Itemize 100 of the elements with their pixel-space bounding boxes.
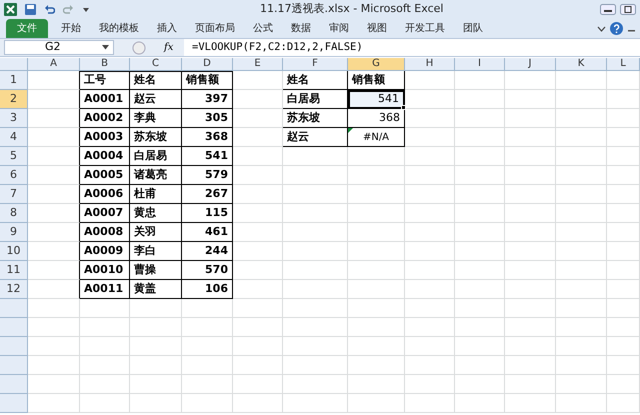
row-header[interactable]: 11 xyxy=(0,261,28,280)
table-cell[interactable] xyxy=(28,71,80,90)
column-header[interactable]: I xyxy=(455,58,505,71)
table-cell[interactable]: 570 xyxy=(182,261,233,280)
name-box[interactable]: G2 xyxy=(4,40,114,55)
column-header[interactable]: G xyxy=(348,58,405,71)
help-icon[interactable] xyxy=(610,22,623,35)
ribbon-tab[interactable]: 页面布局 xyxy=(186,19,244,38)
table-cell[interactable] xyxy=(28,261,80,280)
row-header[interactable] xyxy=(0,375,28,394)
table-cell[interactable]: A0011 xyxy=(80,280,130,299)
row-header[interactable]: 4 xyxy=(0,128,28,147)
row-header[interactable]: 8 xyxy=(0,204,28,223)
table-cell[interactable]: 368 xyxy=(182,128,233,147)
table-cell[interactable]: 黄盖 xyxy=(130,280,182,299)
row-header[interactable]: 3 xyxy=(0,109,28,128)
table-cell[interactable]: 368 xyxy=(348,109,405,128)
table-cell[interactable]: 白居易 xyxy=(283,90,348,109)
table-cell[interactable]: 李白 xyxy=(130,242,182,261)
file-tab[interactable]: 文件 xyxy=(6,19,48,38)
row-header[interactable]: 1 xyxy=(0,71,28,90)
undo-icon[interactable] xyxy=(44,4,55,14)
table-cell[interactable]: 赵云 xyxy=(130,90,182,109)
table-cell[interactable]: A0003 xyxy=(80,128,130,147)
save-icon[interactable] xyxy=(25,4,36,14)
table-cell[interactable]: 姓名 xyxy=(283,71,348,90)
table-cell[interactable] xyxy=(28,223,80,242)
column-header[interactable]: D xyxy=(182,58,233,71)
insert-function-label[interactable]: fx xyxy=(164,40,184,55)
table-cell[interactable]: 541 xyxy=(348,90,405,109)
table-cell[interactable]: A0001 xyxy=(80,90,130,109)
table-cell[interactable] xyxy=(28,166,80,185)
column-header[interactable]: C xyxy=(130,58,182,71)
table-cell[interactable]: 397 xyxy=(182,90,233,109)
ribbon-tab[interactable]: 审阅 xyxy=(320,19,358,38)
table-cell[interactable]: 苏东坡 xyxy=(283,109,348,128)
table-cell[interactable]: 黄忠 xyxy=(130,204,182,223)
ribbon-tab[interactable]: 公式 xyxy=(244,19,282,38)
row-header[interactable]: 10 xyxy=(0,242,28,261)
table-cell[interactable]: 267 xyxy=(182,185,233,204)
table-cell[interactable]: 销售额 xyxy=(182,71,233,90)
table-cell[interactable]: 苏东坡 xyxy=(130,128,182,147)
maximize-icon[interactable] xyxy=(620,4,636,14)
row-header[interactable]: 6 xyxy=(0,166,28,185)
select-all-corner[interactable] xyxy=(0,58,28,71)
column-header[interactable]: K xyxy=(556,58,607,71)
table-cell[interactable] xyxy=(28,128,80,147)
table-cell[interactable]: 244 xyxy=(182,242,233,261)
column-header[interactable]: J xyxy=(505,58,556,71)
column-header[interactable]: H xyxy=(405,58,455,71)
table-cell[interactable]: 杜甫 xyxy=(130,185,182,204)
table-cell[interactable]: 106 xyxy=(182,280,233,299)
table-cell[interactable]: #N/A xyxy=(348,128,405,147)
ribbon-tab[interactable]: 插入 xyxy=(148,19,186,38)
table-cell[interactable] xyxy=(28,242,80,261)
row-header[interactable]: 2 xyxy=(0,90,28,109)
row-header[interactable] xyxy=(0,299,28,318)
formula-input[interactable]: =VLOOKUP(F2,C2:D12,2,FALSE) xyxy=(184,39,640,56)
table-cell[interactable]: A0004 xyxy=(80,147,130,166)
table-cell[interactable]: 工号 xyxy=(80,71,130,90)
table-cell[interactable]: 赵云 xyxy=(283,128,348,147)
table-cell[interactable]: A0006 xyxy=(80,185,130,204)
collapse-ribbon-icon[interactable] xyxy=(597,24,606,33)
table-cell[interactable]: 姓名 xyxy=(130,71,182,90)
table-cell[interactable]: 诸葛亮 xyxy=(130,166,182,185)
table-cell[interactable] xyxy=(28,147,80,166)
table-cell[interactable]: 461 xyxy=(182,223,233,242)
minimize-icon[interactable] xyxy=(600,4,616,14)
column-header[interactable]: A xyxy=(28,58,80,71)
table-cell[interactable] xyxy=(28,109,80,128)
ribbon-tab[interactable]: 开始 xyxy=(52,19,90,38)
table-cell[interactable]: A0010 xyxy=(80,261,130,280)
table-cell[interactable]: A0007 xyxy=(80,204,130,223)
ribbon-tab[interactable]: 开发工具 xyxy=(396,19,454,38)
table-cell[interactable]: A0002 xyxy=(80,109,130,128)
table-cell[interactable] xyxy=(28,280,80,299)
table-cell[interactable]: A0008 xyxy=(80,223,130,242)
column-header[interactable]: L xyxy=(607,58,640,71)
ribbon-tab[interactable]: 团队 xyxy=(454,19,492,38)
table-cell[interactable]: 115 xyxy=(182,204,233,223)
table-cell[interactable]: 579 xyxy=(182,166,233,185)
fill-handle[interactable] xyxy=(401,105,406,110)
row-header[interactable] xyxy=(0,394,28,413)
row-header[interactable]: 9 xyxy=(0,223,28,242)
row-header[interactable] xyxy=(0,337,28,356)
table-cell[interactable] xyxy=(28,90,80,109)
table-cell[interactable]: A0009 xyxy=(80,242,130,261)
row-header[interactable] xyxy=(0,356,28,375)
column-header[interactable]: E xyxy=(233,58,283,71)
table-cell[interactable] xyxy=(28,185,80,204)
table-cell[interactable]: 白居易 xyxy=(130,147,182,166)
ribbon-tab[interactable]: 我的模板 xyxy=(90,19,148,38)
table-cell[interactable]: A0005 xyxy=(80,166,130,185)
column-header[interactable]: B xyxy=(80,58,130,71)
table-cell[interactable]: 曹操 xyxy=(130,261,182,280)
table-cell[interactable]: 541 xyxy=(182,147,233,166)
table-cell[interactable]: 关羽 xyxy=(130,223,182,242)
ribbon-tab[interactable]: 视图 xyxy=(358,19,396,38)
table-cell[interactable] xyxy=(28,204,80,223)
table-cell[interactable]: 305 xyxy=(182,109,233,128)
